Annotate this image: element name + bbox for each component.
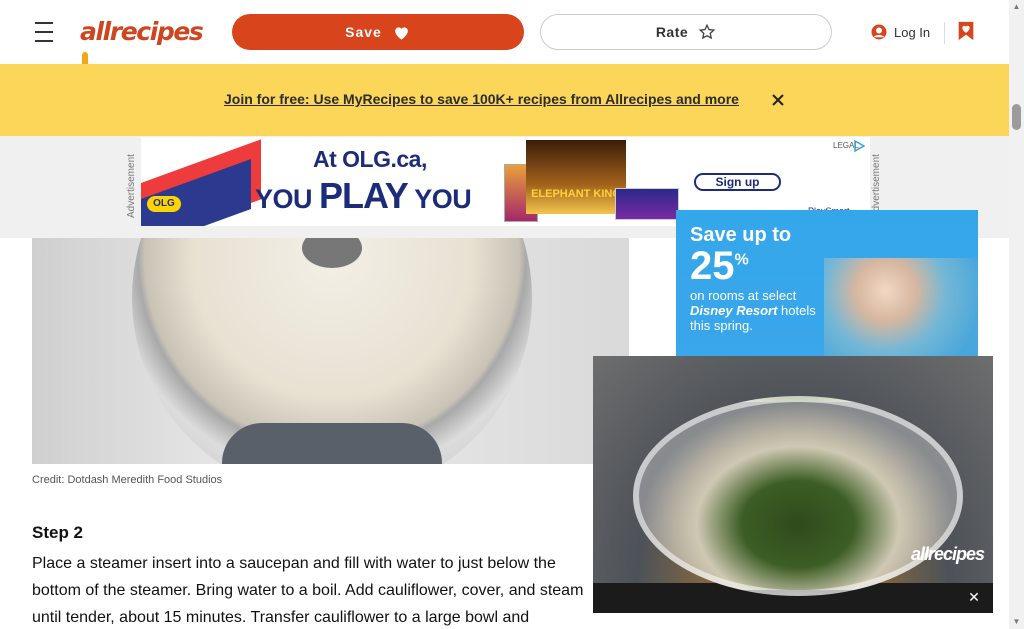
- my-recipes-heart-icon[interactable]: [955, 18, 977, 44]
- ad-game-image: [615, 188, 679, 220]
- ad-label-left: Advertisement: [126, 154, 137, 218]
- site-header: allrecipes Save Rate Log In: [0, 0, 1009, 74]
- ad-photo: [824, 258, 978, 368]
- login-link[interactable]: Log In: [870, 20, 930, 44]
- rate-button-label: Rate: [655, 24, 689, 40]
- page-scrollbar[interactable]: ▲ ▼: [1009, 0, 1024, 629]
- ad-discount: 25%: [690, 244, 749, 288]
- login-label: Log In: [894, 24, 931, 40]
- allrecipes-logo[interactable]: allrecipes: [80, 16, 208, 74]
- promo-join-link[interactable]: Join for free: Use MyRecipes to save 100…: [224, 91, 739, 107]
- rate-button[interactable]: Rate: [540, 14, 832, 50]
- promo-banner: Join for free: Use MyRecipes to save 100…: [0, 64, 1009, 136]
- page: allrecipes Save Rate Log In Join for fre…: [0, 0, 1024, 629]
- save-button-label: Save: [345, 24, 382, 40]
- star-icon: [698, 23, 716, 40]
- heart-icon: [395, 26, 408, 40]
- video-close-icon[interactable]: ✕: [962, 585, 986, 609]
- scroll-down-arrow-icon[interactable]: ▼: [1009, 615, 1024, 629]
- image-credit: Credit: Dotdash Meredith Food Studios: [32, 474, 223, 486]
- save-button[interactable]: Save: [232, 14, 524, 50]
- olg-logo: OLG: [147, 196, 181, 212]
- ad-body: on rooms at select Disney Resort hotels …: [690, 288, 816, 333]
- menu-icon[interactable]: [30, 20, 58, 44]
- scroll-up-arrow-icon[interactable]: ▲: [1009, 0, 1024, 14]
- scrollbar-thumb[interactable]: [1012, 104, 1021, 130]
- recipe-step-image: [32, 238, 629, 464]
- step-text: Place a steamer insert into a saucepan a…: [32, 555, 584, 626]
- step-title: Step 2: [32, 523, 84, 542]
- user-icon: [871, 24, 887, 40]
- ad-label-right: Advertisement: [871, 154, 882, 218]
- ad-signup-button[interactable]: Sign up: [694, 173, 781, 191]
- adchoices-icon[interactable]: [853, 140, 865, 152]
- ad-game-image: ELEPHANT KING: [526, 140, 626, 214]
- food-processor-base: [222, 423, 442, 464]
- close-icon[interactable]: [772, 94, 784, 106]
- glass-bowl: [633, 396, 963, 596]
- header-divider: [944, 22, 945, 44]
- ad-tagline: YOU PLAY YOU: [255, 175, 472, 216]
- floating-video-player[interactable]: allrecipes: [593, 356, 993, 613]
- ad-headline: At OLG.ca,: [313, 146, 427, 172]
- video-watermark: allrecipes: [911, 544, 985, 564]
